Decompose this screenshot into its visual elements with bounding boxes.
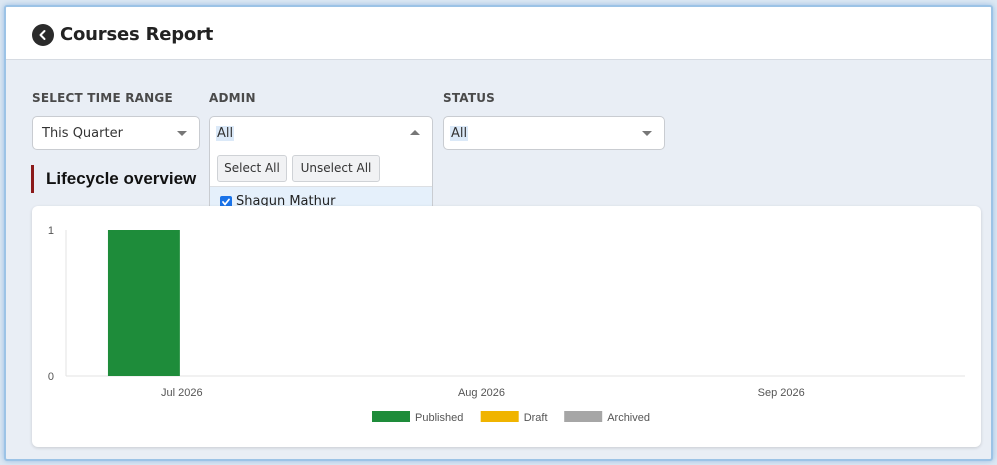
legend-label: Archived xyxy=(607,412,650,424)
chevron-down-icon xyxy=(177,131,187,136)
lifecycle-chart-card: 0 1 Jul 2026 Aug 2026 Sep 2026 Published Draft… xyxy=(32,206,981,447)
y-tick-label: 0 xyxy=(48,371,54,383)
lifecycle-chart: 0 1 Jul 2026 Aug 2026 Sep 2026 Published Draft… xyxy=(48,225,965,424)
legend-label: Draft xyxy=(524,412,548,424)
admin-select[interactable]: All xyxy=(209,116,433,150)
back-button[interactable] xyxy=(32,24,54,46)
chevron-down-icon xyxy=(642,131,652,136)
chevron-left-icon xyxy=(39,30,46,40)
chevron-up-icon xyxy=(410,130,420,135)
x-tick-label: Aug 2026 xyxy=(458,387,505,399)
legend-swatch xyxy=(480,411,519,422)
page-header: Courses Report xyxy=(6,7,991,60)
admin-label: ADMIN xyxy=(209,91,256,105)
section-title: Lifecycle overview xyxy=(46,169,197,188)
app-window: Courses Report SELECT TIME RANGE ADMIN S… xyxy=(4,5,993,461)
y-tick-label: 1 xyxy=(48,225,54,237)
time-range-select[interactable]: This Quarter xyxy=(32,116,200,150)
unselect-all-button[interactable]: Unselect All xyxy=(292,155,380,182)
status-label: STATUS xyxy=(443,91,496,105)
admin-value: All xyxy=(216,126,235,141)
legend-swatch xyxy=(372,411,410,422)
section-accent-bar xyxy=(31,165,34,193)
x-tick-label: Sep 2026 xyxy=(758,387,805,399)
select-all-button[interactable]: Select All xyxy=(217,155,287,182)
bar xyxy=(107,230,180,376)
x-tick-label: Jul 2026 xyxy=(161,387,203,399)
time-range-value: This Quarter xyxy=(42,126,123,141)
status-select[interactable]: All xyxy=(443,116,665,150)
status-value: All xyxy=(450,126,469,141)
legend-swatch xyxy=(564,411,603,422)
legend-label: Published xyxy=(415,412,463,424)
time-range-label: SELECT TIME RANGE xyxy=(32,91,173,105)
page-title: Courses Report xyxy=(60,24,214,45)
